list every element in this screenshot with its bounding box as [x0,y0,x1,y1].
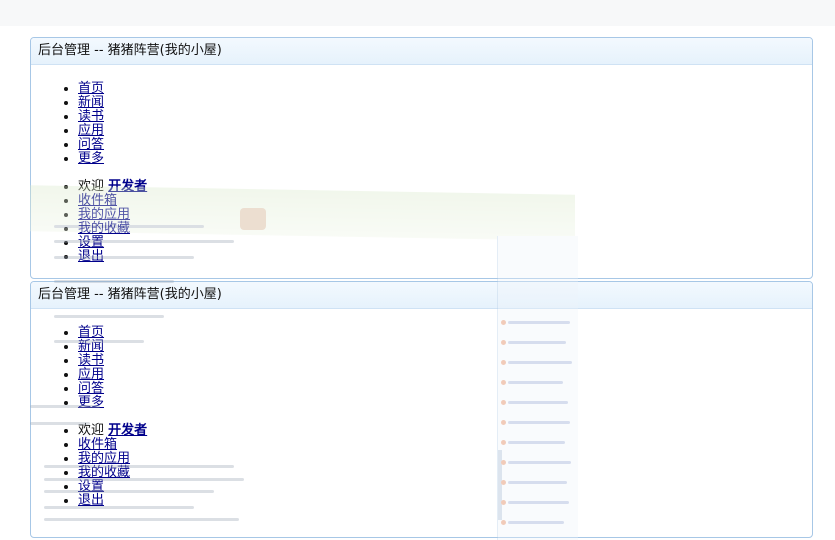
user-item-my-apps: 我的应用 [78,208,812,222]
user-menu: 欢迎 开发者 收件箱 我的应用 我的收藏 设置 退出 [31,424,812,508]
user-item-inbox: 收件箱 [78,194,812,208]
user-item-my-apps: 我的应用 [78,452,812,466]
nav-link-apps[interactable]: 应用 [78,123,104,138]
nav-link-qa[interactable]: 问答 [78,381,104,396]
inbox-link[interactable]: 收件箱 [78,437,117,452]
nav-item-apps: 应用 [78,368,812,382]
welcome-text: 欢迎 [78,179,105,194]
nav-link-reading[interactable]: 读书 [78,109,104,124]
welcome-text: 欢迎 [78,423,105,438]
username-link[interactable]: 开发者 [108,423,147,438]
favorites-link[interactable]: 我的收藏 [78,221,130,236]
nav-link-more[interactable]: 更多 [78,395,104,410]
inbox-link[interactable]: 收件箱 [78,193,117,208]
page-top-strip [0,0,835,26]
nav-item-home: 首页 [78,326,812,340]
main-nav: 首页 新闻 读书 应用 问答 更多 [31,82,812,166]
welcome-item: 欢迎 开发者 [78,424,812,438]
nav-link-home[interactable]: 首页 [78,81,104,96]
panel-title: 后台管理 -- 猪猪阵营(我的小屋) [31,282,812,309]
settings-link[interactable]: 设置 [78,235,104,250]
nav-link-more[interactable]: 更多 [78,151,104,166]
nav-link-reading[interactable]: 读书 [78,353,104,368]
nav-item-reading: 读书 [78,110,812,124]
user-item-favorites: 我的收藏 [78,466,812,480]
nav-item-more: 更多 [78,152,812,166]
admin-panel-2: 后台管理 -- 猪猪阵营(我的小屋) 首页 新闻 读书 应用 问答 更多 欢迎 … [30,281,813,538]
welcome-item: 欢迎 开发者 [78,180,812,194]
user-item-logout: 退出 [78,494,812,508]
nav-item-home: 首页 [78,82,812,96]
user-item-logout: 退出 [78,250,812,264]
username-link[interactable]: 开发者 [108,179,147,194]
nav-item-qa: 问答 [78,382,812,396]
nav-item-news: 新闻 [78,340,812,354]
logout-link[interactable]: 退出 [78,249,104,264]
nav-link-qa[interactable]: 问答 [78,137,104,152]
nav-link-news[interactable]: 新闻 [78,339,104,354]
nav-item-more: 更多 [78,396,812,410]
nav-item-qa: 问答 [78,138,812,152]
admin-panel-1: 后台管理 -- 猪猪阵营(我的小屋) 首页 新闻 读书 应用 问答 更多 欢迎 … [30,37,813,279]
favorites-link[interactable]: 我的收藏 [78,465,130,480]
nav-link-home[interactable]: 首页 [78,325,104,340]
nav-item-news: 新闻 [78,96,812,110]
nav-link-apps[interactable]: 应用 [78,367,104,382]
user-item-settings: 设置 [78,480,812,494]
user-item-inbox: 收件箱 [78,438,812,452]
my-apps-link[interactable]: 我的应用 [78,451,130,466]
user-item-settings: 设置 [78,236,812,250]
nav-item-apps: 应用 [78,124,812,138]
panel-title: 后台管理 -- 猪猪阵营(我的小屋) [31,38,812,65]
user-menu: 欢迎 开发者 收件箱 我的应用 我的收藏 设置 退出 [31,180,812,264]
main-nav: 首页 新闻 读书 应用 问答 更多 [31,326,812,410]
settings-link[interactable]: 设置 [78,479,104,494]
nav-link-news[interactable]: 新闻 [78,95,104,110]
nav-item-reading: 读书 [78,354,812,368]
user-item-favorites: 我的收藏 [78,222,812,236]
my-apps-link[interactable]: 我的应用 [78,207,130,222]
logout-link[interactable]: 退出 [78,493,104,508]
